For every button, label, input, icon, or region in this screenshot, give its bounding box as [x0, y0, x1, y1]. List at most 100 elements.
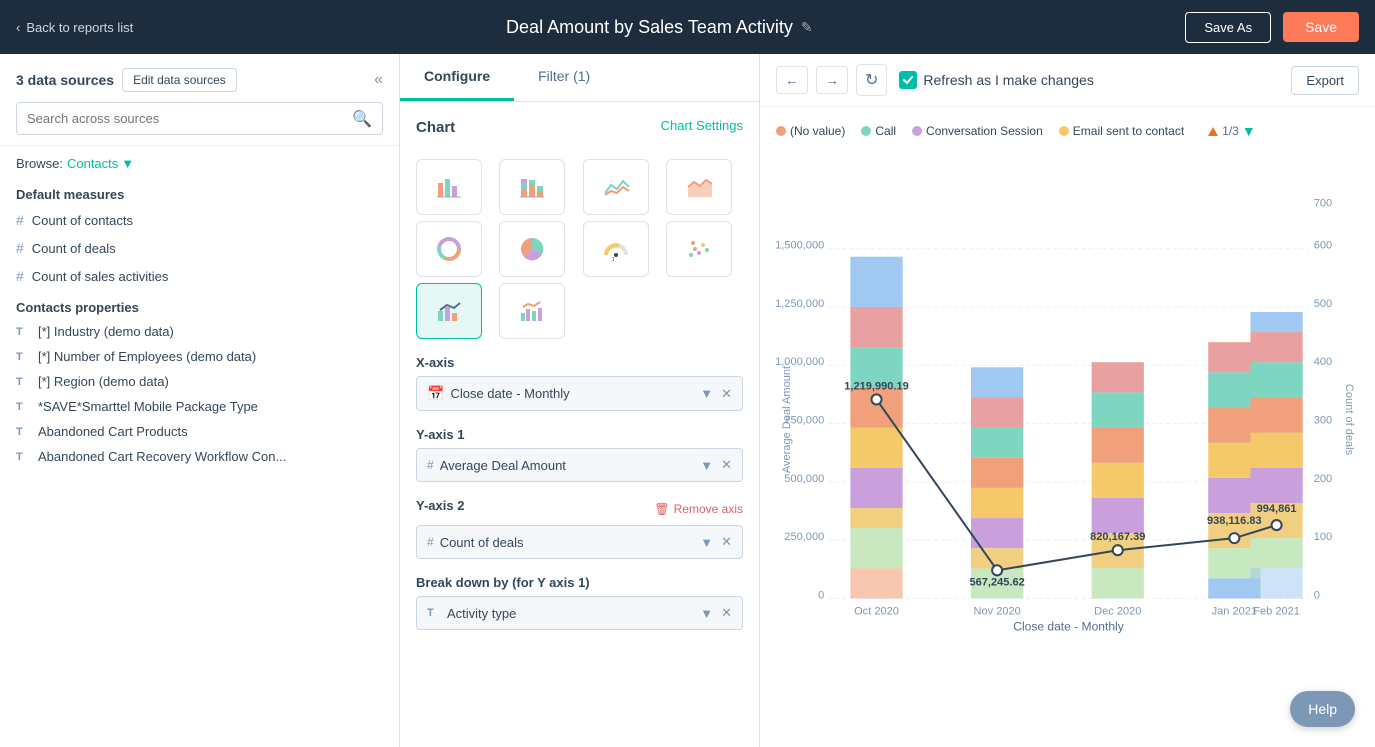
yaxis1-hash-icon: #: [427, 458, 434, 472]
chart-type-scatter[interactable]: [666, 221, 732, 277]
measure-count-deals[interactable]: # Count of deals: [0, 234, 399, 262]
svg-text:938,116.83: 938,116.83: [1207, 515, 1262, 527]
svg-text:0: 0: [1314, 589, 1320, 601]
svg-text:1,219,990.19: 1,219,990.19: [844, 380, 909, 392]
line-chart-icon: [602, 173, 630, 201]
prop-abandoned-cart-recovery[interactable]: T Abandoned Cart Recovery Workflow Con..…: [0, 444, 399, 469]
svg-text:820,167.39: 820,167.39: [1090, 531, 1145, 543]
help-button[interactable]: Help: [1290, 691, 1355, 727]
prop-employees[interactable]: T [*] Number of Employees (demo data): [0, 344, 399, 369]
stacked-bar-icon: [518, 173, 546, 201]
chart-type-combo-line[interactable]: [499, 283, 565, 339]
svg-text:567,245.62: 567,245.62: [969, 576, 1024, 588]
chart-type-pie[interactable]: [499, 221, 565, 277]
yaxis2-chevron-icon: ▼: [700, 535, 713, 550]
search-input[interactable]: [17, 103, 342, 134]
chart-svg: 0 250,000 500,000 750,000 1,000,000 1,25…: [776, 147, 1359, 682]
right-panel: ← → ↻ Refresh as I make changes Export (…: [760, 54, 1375, 747]
tab-filter[interactable]: Filter (1): [514, 54, 614, 101]
pagination-down-icon[interactable]: ▼: [1242, 123, 1256, 139]
header: ‹ Back to reports list Deal Amount by Sa…: [0, 0, 1375, 54]
svg-text:Feb 2021: Feb 2021: [1253, 606, 1300, 618]
yaxis2-select[interactable]: # Count of deals ▼ ✕: [416, 525, 743, 559]
svg-text:1,250,000: 1,250,000: [775, 298, 824, 310]
prop-region[interactable]: T [*] Region (demo data): [0, 369, 399, 394]
chart-type-bar[interactable]: [416, 159, 482, 215]
svg-text:400: 400: [1314, 356, 1332, 368]
yaxis1-select[interactable]: # Average Deal Amount ▼ ✕: [416, 448, 743, 482]
contacts-properties-title: Contacts properties: [0, 290, 399, 319]
svg-text:600: 600: [1314, 240, 1332, 252]
tab-configure[interactable]: Configure: [400, 54, 514, 101]
refresh-icon-button[interactable]: ↻: [856, 64, 887, 96]
collapse-icon[interactable]: «: [374, 71, 383, 89]
legend-dot-no-value: [776, 126, 786, 136]
prop-industry[interactable]: T [*] Industry (demo data): [0, 319, 399, 344]
yaxis1-close-icon[interactable]: ✕: [721, 457, 732, 473]
export-button[interactable]: Export: [1291, 66, 1359, 95]
legend-dot-email: [1059, 126, 1069, 136]
prop-abandoned-cart-products[interactable]: T Abandoned Cart Products: [0, 419, 399, 444]
legend-item-conversation: Conversation Session: [912, 124, 1043, 138]
browse-dropdown[interactable]: Contacts ▼: [67, 156, 134, 171]
yaxis2-close-icon[interactable]: ✕: [721, 534, 732, 550]
save-as-button[interactable]: Save As: [1185, 12, 1271, 43]
mid-content: Chart Chart Settings: [400, 102, 759, 747]
refresh-text: Refresh as I make changes: [923, 72, 1093, 88]
trash-icon: 🗑: [654, 502, 669, 516]
refresh-checkbox-row: Refresh as I make changes: [899, 71, 1093, 89]
data-sources-count: 3 data sources: [16, 72, 114, 88]
back-button[interactable]: ‹ Back to reports list: [16, 20, 133, 35]
hash-icon: #: [16, 240, 24, 256]
undo-button[interactable]: ←: [776, 66, 808, 94]
chart-settings-link[interactable]: Chart Settings: [661, 118, 743, 133]
chart-type-gauge[interactable]: 1: [583, 221, 649, 277]
redo-button[interactable]: →: [816, 66, 848, 94]
checkmark-icon: [902, 74, 914, 86]
xaxis-close-icon[interactable]: ✕: [721, 386, 732, 402]
chart-type-line[interactable]: [583, 159, 649, 215]
search-icon[interactable]: 🔍: [342, 109, 382, 129]
svg-text:200: 200: [1314, 473, 1332, 485]
measure-count-sales-activities[interactable]: # Count of sales activities: [0, 262, 399, 290]
xaxis-section: X-axis 📅 Close date - Monthly ▼ ✕: [416, 355, 743, 411]
calendar-icon: 📅: [427, 385, 444, 402]
legend-dot-conversation: [912, 126, 922, 136]
svg-text:1,500,000: 1,500,000: [775, 240, 824, 252]
browse-row: Browse: Contacts ▼: [0, 146, 399, 177]
breakdown-select[interactable]: T Activity type ▼ ✕: [416, 596, 743, 630]
yaxis1-chevron-icon: ▼: [700, 458, 713, 473]
donut-chart-icon: [435, 235, 463, 263]
xaxis-select[interactable]: 📅 Close date - Monthly ▼ ✕: [416, 376, 743, 411]
edit-title-icon[interactable]: ✎: [801, 19, 813, 36]
prop-smarttel[interactable]: T *SAVE*Smarttel Mobile Package Type: [0, 394, 399, 419]
chart-type-donut[interactable]: [416, 221, 482, 277]
svg-text:300: 300: [1314, 415, 1332, 427]
chart-toolbar: ← → ↻ Refresh as I make changes Export: [760, 54, 1375, 107]
chart-type-combo-bar[interactable]: [416, 283, 482, 339]
left-panel: 3 data sources Edit data sources « 🔍 Bro…: [0, 54, 400, 747]
svg-text:994,861: 994,861: [1257, 503, 1297, 515]
left-top: 3 data sources Edit data sources « 🔍: [0, 54, 399, 146]
chart-section-header: Chart: [416, 119, 455, 136]
legend-pagination: 1/3 ▼: [1208, 123, 1256, 139]
breakdown-chevron-icon: ▼: [700, 606, 713, 621]
legend-item-no-value: (No value): [776, 124, 845, 138]
edit-data-sources-button[interactable]: Edit data sources: [122, 68, 237, 92]
chart-type-stacked-bar[interactable]: [499, 159, 565, 215]
breakdown-close-icon[interactable]: ✕: [721, 605, 732, 621]
properties-list: T [*] Industry (demo data) T [*] Number …: [0, 319, 399, 469]
measure-count-contacts[interactable]: # Count of contacts: [0, 206, 399, 234]
svg-text:Close date - Monthly: Close date - Monthly: [1013, 620, 1123, 634]
combo-line-chart-icon: [518, 297, 546, 325]
save-button[interactable]: Save: [1283, 12, 1359, 42]
refresh-checkbox[interactable]: [899, 71, 917, 89]
svg-text:Count of deals: Count of deals: [1343, 384, 1355, 456]
svg-text:0: 0: [818, 589, 824, 601]
remove-axis-button[interactable]: 🗑 Remove axis: [654, 502, 743, 516]
chart-type-area[interactable]: [666, 159, 732, 215]
svg-text:Average Deal Amount: Average Deal Amount: [781, 366, 793, 473]
svg-text:500,000: 500,000: [784, 473, 824, 485]
svg-text:Oct 2020: Oct 2020: [854, 606, 899, 618]
yaxis2-label: Y-axis 2: [416, 498, 464, 513]
